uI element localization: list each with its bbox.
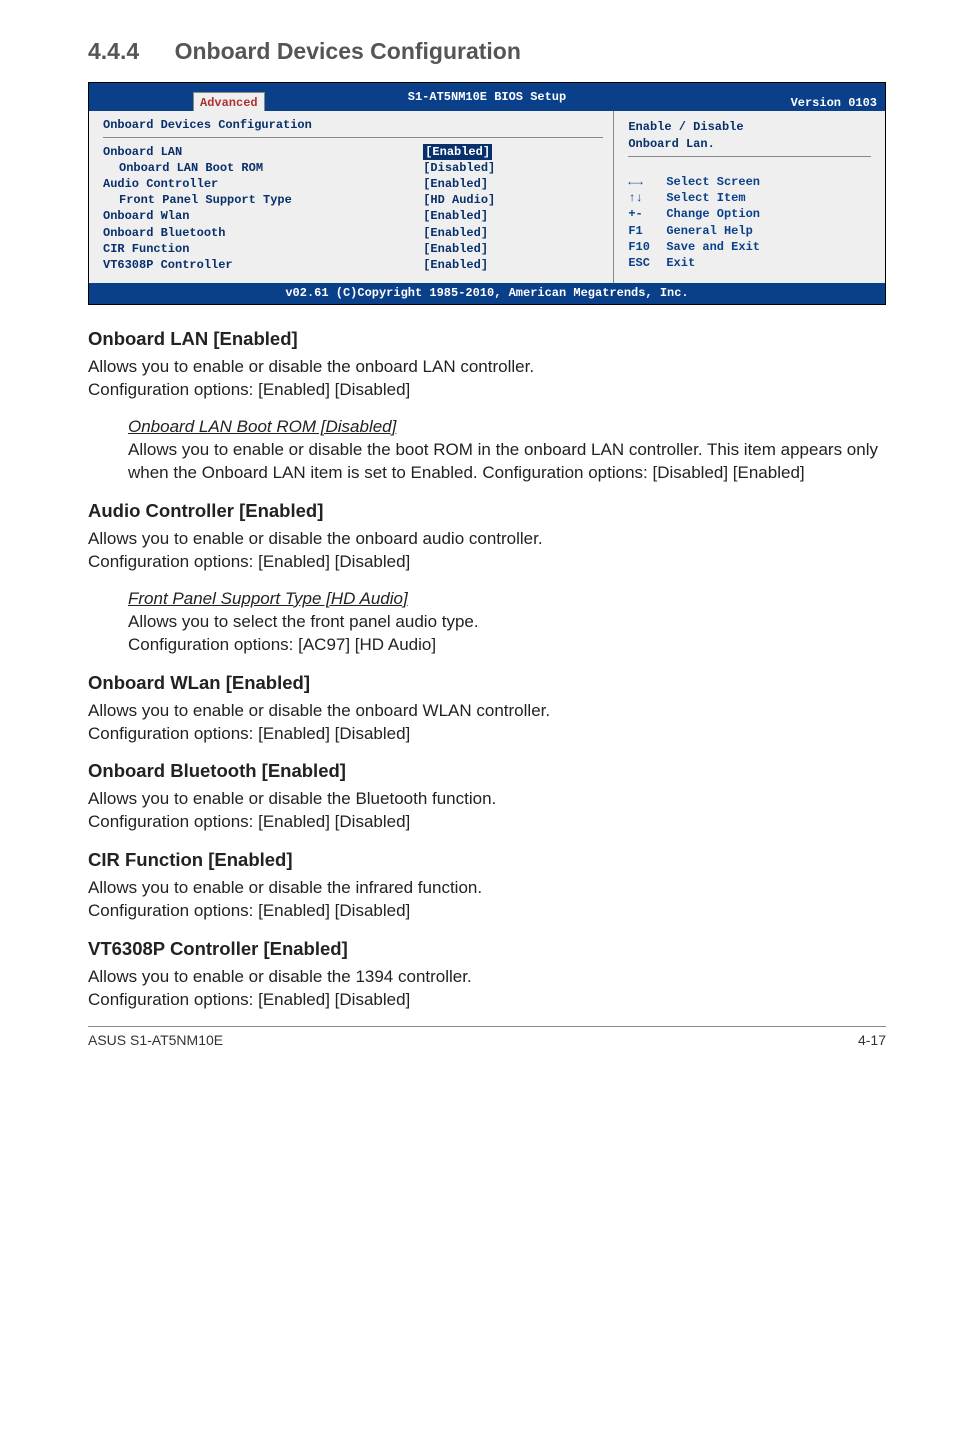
footer-page-number: 4-17 xyxy=(858,1031,886,1050)
option-sub-title: Front Panel Support Type [HD Audio] xyxy=(128,588,886,611)
option-sub-body: Allows you to enable or disable the boot… xyxy=(128,439,886,485)
bios-nav-text: Change Option xyxy=(666,206,760,222)
bios-tab-advanced[interactable]: Advanced xyxy=(193,92,265,111)
bios-left-pane: Onboard Devices Configuration Onboard LA… xyxy=(89,111,614,283)
bios-nav-text: Save and Exit xyxy=(666,239,760,255)
bios-nav-row: ESCExit xyxy=(628,255,871,271)
bios-header: Advanced S1-AT5NM10E BIOS Setup Version … xyxy=(89,83,885,111)
bios-nav-row: ↑↓Select Item xyxy=(628,190,871,206)
bios-config-label: Onboard LAN xyxy=(103,145,182,159)
option-heading: Onboard WLan [Enabled] xyxy=(88,671,886,696)
option-heading: Onboard Bluetooth [Enabled] xyxy=(88,759,886,784)
bios-config-label: Front Panel Support Type xyxy=(119,193,292,207)
bios-nav-keys: ←→Select Screen↑↓Select Item+-Change Opt… xyxy=(628,174,871,271)
option-desc: Allows you to enable or disable the onbo… xyxy=(88,356,886,402)
bios-config-row[interactable]: CIR Function [Enabled] xyxy=(103,241,603,257)
bios-config-row[interactable]: Audio Controller [Enabled] xyxy=(103,176,603,192)
bios-config-label: Onboard Wlan xyxy=(103,209,189,223)
bios-nav-key: ←→ xyxy=(628,174,666,190)
bios-config-value: [Enabled] xyxy=(423,241,488,257)
option-heading: VT6308P Controller [Enabled] xyxy=(88,937,886,962)
bios-nav-row: +-Change Option xyxy=(628,206,871,222)
footer-left: ASUS S1-AT5NM10E xyxy=(88,1031,223,1050)
bios-screenshot: Advanced S1-AT5NM10E BIOS Setup Version … xyxy=(88,82,886,305)
bios-nav-text: Select Item xyxy=(666,190,745,206)
bios-config-value: [Enabled] xyxy=(423,144,492,160)
bios-help-line: Enable / Disable xyxy=(628,119,871,135)
bios-config-row[interactable]: VT6308P Controller [Enabled] xyxy=(103,257,603,273)
bios-nav-key: ESC xyxy=(628,255,666,271)
bios-config-value: [Enabled] xyxy=(423,176,488,192)
option-sub-body: Allows you to select the front panel aud… xyxy=(128,611,886,657)
bios-nav-key: ↑↓ xyxy=(628,190,666,206)
bios-nav-text: Exit xyxy=(666,255,695,271)
bios-config-row[interactable]: Onboard LAN [Enabled] xyxy=(103,144,603,160)
option-desc: Allows you to enable or disable the onbo… xyxy=(88,528,886,574)
option-desc: Allows you to enable or disable the infr… xyxy=(88,877,886,923)
bios-help-pane: Enable / Disable Onboard Lan. ←→Select S… xyxy=(614,111,885,283)
bios-config-row[interactable]: Onboard Wlan [Enabled] xyxy=(103,208,603,224)
bios-config-row[interactable]: Onboard LAN Boot ROM [Disabled] xyxy=(103,160,603,176)
bios-config-row[interactable]: Onboard Bluetooth [Enabled] xyxy=(103,225,603,241)
bios-config-value: [HD Audio] xyxy=(423,192,495,208)
bios-config-value: [Enabled] xyxy=(423,208,488,224)
option-heading: CIR Function [Enabled] xyxy=(88,848,886,873)
page-footer: ASUS S1-AT5NM10E 4-17 xyxy=(88,1026,886,1050)
option-desc: Allows you to enable or disable the onbo… xyxy=(88,700,886,746)
bios-nav-text: Select Screen xyxy=(666,174,760,190)
option-sub: Onboard LAN Boot ROM [Disabled]Allows yo… xyxy=(128,416,886,485)
bios-config-label: Onboard LAN Boot ROM xyxy=(119,161,263,175)
bios-config-label: VT6308P Controller xyxy=(103,258,233,272)
bios-config-row[interactable]: Front Panel Support Type [HD Audio] xyxy=(103,192,603,208)
section-heading: 4.4.4 Onboard Devices Configuration xyxy=(88,34,886,68)
bios-config-label: Audio Controller xyxy=(103,177,218,191)
bios-config-label: Onboard Bluetooth xyxy=(103,226,225,240)
option-heading: Audio Controller [Enabled] xyxy=(88,499,886,524)
section-title: Onboard Devices Configuration xyxy=(175,38,521,64)
bios-nav-key: +- xyxy=(628,206,666,222)
bios-nav-key: F1 xyxy=(628,223,666,239)
option-desc: Allows you to enable or disable the 1394… xyxy=(88,966,886,1012)
section-number: 4.4.4 xyxy=(88,38,139,64)
bios-nav-key: F10 xyxy=(628,239,666,255)
bios-config-value: [Disabled] xyxy=(423,160,495,176)
option-heading: Onboard LAN [Enabled] xyxy=(88,327,886,352)
bios-footer: v02.61 (C)Copyright 1985-2010, American … xyxy=(89,283,885,304)
bios-nav-row: F10Save and Exit xyxy=(628,239,871,255)
option-sub: Front Panel Support Type [HD Audio]Allow… xyxy=(128,588,886,657)
bios-nav-row: F1General Help xyxy=(628,223,871,239)
bios-nav-text: General Help xyxy=(666,223,752,239)
bios-nav-row: ←→Select Screen xyxy=(628,174,871,190)
bios-pane-title: Onboard Devices Configuration xyxy=(103,117,603,137)
bios-config-value: [Enabled] xyxy=(423,225,488,241)
bios-config-value: [Enabled] xyxy=(423,257,488,273)
bios-help-line: Onboard Lan. xyxy=(628,136,871,152)
option-desc: Allows you to enable or disable the Blue… xyxy=(88,788,886,834)
option-sub-title: Onboard LAN Boot ROM [Disabled] xyxy=(128,416,886,439)
bios-config-label: CIR Function xyxy=(103,242,189,256)
